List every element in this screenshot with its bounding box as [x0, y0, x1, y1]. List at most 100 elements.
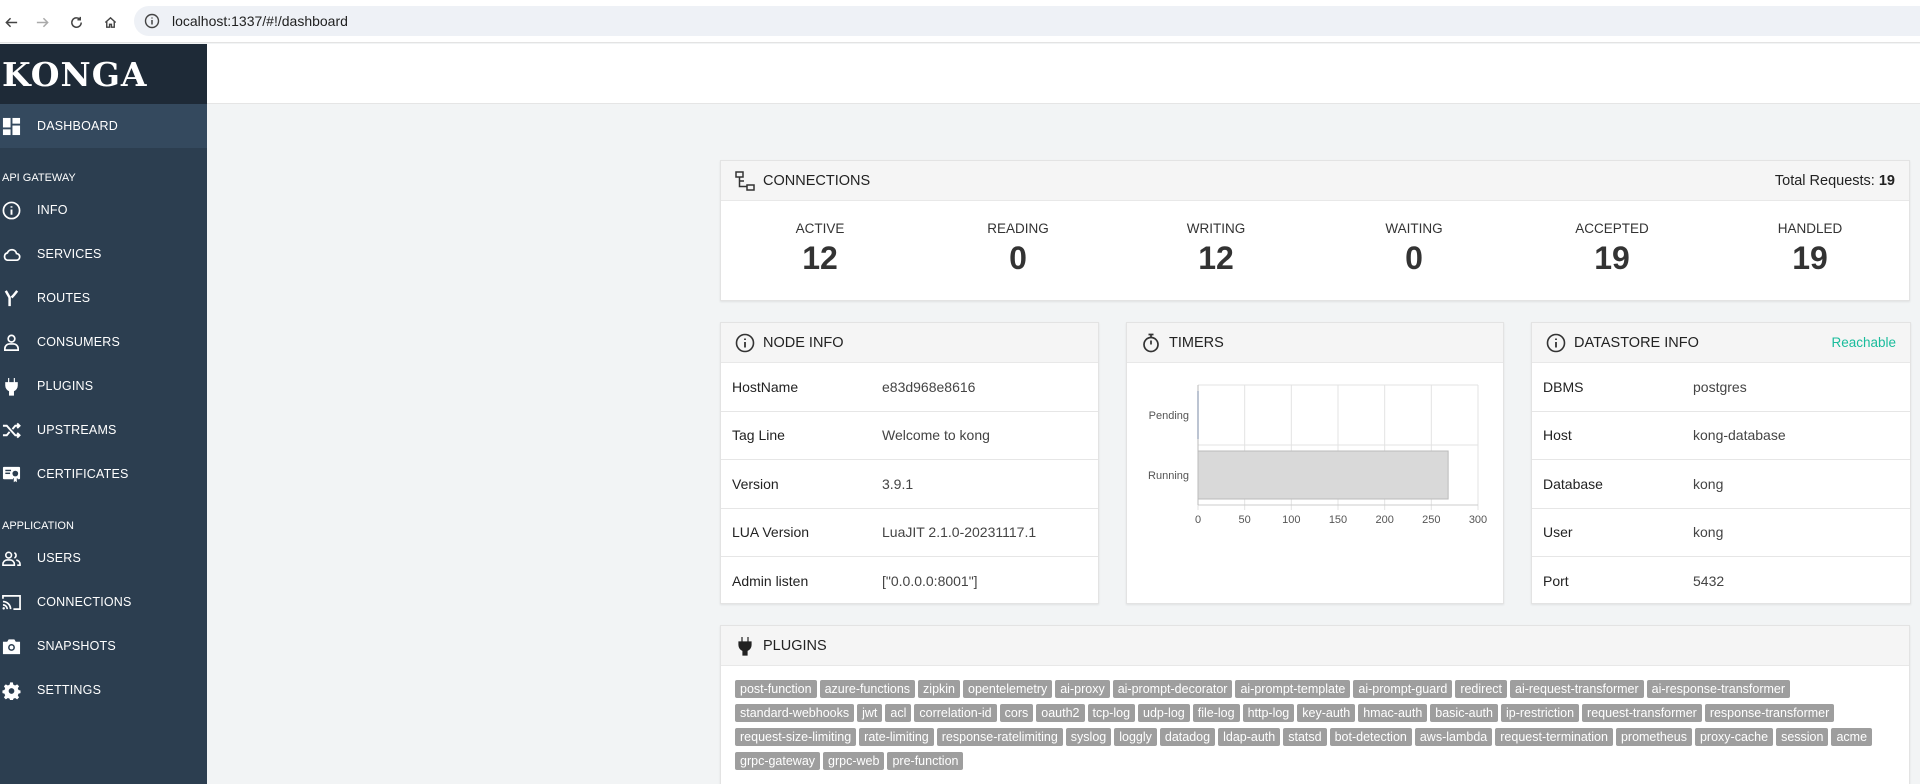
shuffle-icon [2, 422, 21, 438]
plugin-tag: loggly [1114, 728, 1157, 746]
plugin-tag: key-auth [1297, 704, 1356, 722]
plugin-tag: hmac-auth [1358, 704, 1428, 722]
row-key: HostName [732, 378, 799, 395]
row-value: LuaJIT 2.1.0-20231117.1 [882, 524, 1037, 541]
plugin-tag: file-log [1192, 704, 1240, 722]
sidebar-item-upstreams[interactable]: UPSTREAMS [0, 408, 207, 452]
url-text[interactable]: localhost:1337/#!/dashboard [172, 13, 348, 29]
sidebar-item-label: ROUTES [37, 291, 91, 305]
row-value: 5432 [1693, 573, 1725, 590]
total-requests-value: 19 [1878, 172, 1895, 189]
back-icon[interactable] [0, 11, 22, 33]
plugin-tag: rate-limiting [859, 728, 934, 746]
reload-icon[interactable] [65, 11, 87, 33]
plugin-tag: correlation-id [914, 704, 997, 722]
stat-writing: WRITING 12 [1117, 201, 1315, 301]
forward-icon[interactable] [31, 11, 53, 33]
plugin-tag: grpc-web [823, 752, 885, 770]
section-application: APPLICATION [2, 520, 74, 532]
x-tick-label: 0 [1195, 514, 1201, 526]
user-icon [3, 334, 20, 351]
node-row-lua-version: LUA Version LuaJIT 2.1.0-20231117.1 [721, 509, 1098, 557]
sidebar-item-dashboard[interactable]: DASHBOARD [0, 104, 207, 148]
stat-value: 19 [1594, 240, 1630, 276]
plugin-tag: request-termination [1495, 728, 1613, 746]
plugin-tag: ai-prompt-decorator [1112, 680, 1233, 698]
row-value: ["0.0.0.0:8001"] [882, 573, 978, 590]
row-value: Welcome to kong [882, 427, 990, 444]
x-tick-label: 300 [1469, 514, 1487, 526]
stat-label: WRITING [1186, 221, 1246, 236]
sidebar-item-routes[interactable]: ROUTES [0, 276, 207, 320]
plugin-tag: proxy-cache [1694, 728, 1774, 746]
sidebar-item-consumers[interactable]: CONSUMERS [0, 320, 207, 364]
sidebar-item-label: CERTIFICATES [37, 467, 129, 481]
sidebar-item-label: DASHBOARD [37, 119, 118, 133]
plugin-tag: acl [885, 704, 912, 722]
plugins-panel: PLUGINS post-function azure-functions zipk… [720, 625, 1910, 784]
plugin-tag: ai-prompt-guard [1353, 680, 1453, 698]
sidebar-item-label: SNAPSHOTS [37, 639, 116, 653]
section-api-gateway: API GATEWAY [2, 172, 76, 184]
node-row-admin-listen: Admin listen ["0.0.0.0:8001"] [721, 557, 1098, 606]
db-row-database: Database kong [1532, 460, 1910, 509]
total-requests-label: Total Requests: [1774, 172, 1875, 189]
plugin-tag: basic-auth [1430, 704, 1498, 722]
row-key: User [1543, 524, 1573, 541]
sidebar-item-certificates[interactable]: CERTIFICATES [0, 452, 207, 496]
sidebar-item-users[interactable]: USERS [0, 536, 207, 580]
sidebar-item-label: INFO [37, 203, 68, 217]
plugin-tag: prometheus [1615, 728, 1692, 746]
cast-icon [2, 594, 21, 610]
plugin-tag: zipkin [918, 680, 961, 698]
node-info-panel: NODE INFO HostName e83d968e8616 Tag Line W… [720, 322, 1099, 604]
sidebar-item-label: CONNECTIONS [37, 595, 132, 609]
plugin-tag: request-transformer [1582, 704, 1702, 722]
x-tick-label: 100 [1282, 514, 1300, 526]
db-row-dbms: DBMS postgres [1532, 363, 1910, 412]
plugin-tag: response-transformer [1704, 704, 1835, 722]
stat-value: 19 [1792, 240, 1828, 276]
sidebar-item-label: PLUGINS [37, 379, 94, 393]
panel-title: DATASTORE INFO [1574, 334, 1699, 351]
stat-reading: READING 0 [919, 201, 1117, 301]
konga-logo[interactable]: KONGA [0, 44, 207, 104]
row-value: kong [1693, 475, 1724, 492]
node-row-version: Version 3.9.1 [721, 460, 1098, 509]
stat-label: WAITING [1385, 221, 1443, 236]
total-requests: Total Requests: 19 [1775, 173, 1895, 189]
bar-running [1197, 450, 1449, 500]
sidebar-item-info[interactable]: INFO [0, 188, 207, 232]
home-icon[interactable] [99, 11, 121, 33]
row-key: LUA Version [732, 524, 810, 541]
certificate-icon [2, 466, 21, 484]
site-info-icon[interactable] [144, 13, 160, 29]
stat-label: ACCEPTED [1575, 221, 1649, 236]
timers-chart: 0 50 100 150 200 250 300 Pending Running [1148, 384, 1487, 526]
sidebar-item-settings[interactable]: SETTINGS [0, 668, 207, 712]
panel-title: PLUGINS [763, 637, 827, 654]
sidebar-item-connections[interactable]: CONNECTIONS [0, 580, 207, 624]
x-tick-label: 200 [1375, 514, 1393, 526]
node-row-hostname: HostName e83d968e8616 [721, 363, 1098, 412]
panel-title: TIMERS [1169, 334, 1224, 351]
plug-icon [5, 377, 18, 396]
sidebar-item-services[interactable]: SERVICES [0, 232, 207, 276]
plugin-tag: opentelemetry [963, 680, 1053, 698]
stopwatch-icon [1143, 333, 1159, 352]
plugin-tag: tcp-log [1087, 704, 1136, 722]
plugin-tag: ai-proxy [1055, 680, 1110, 698]
datastore-status: Reachable [1831, 335, 1896, 350]
sidebar-item-plugins[interactable]: PLUGINS [0, 364, 207, 408]
plugin-tag: azure-functions [819, 680, 916, 698]
network-icon [735, 170, 755, 191]
row-key: Database [1543, 475, 1603, 492]
sidebar-item-snapshots[interactable]: SNAPSHOTS [0, 624, 207, 668]
stat-value: 12 [802, 240, 838, 276]
info-icon [735, 333, 755, 352]
address-bar[interactable]: localhost:1337/#!/dashboard [134, 6, 1920, 36]
datastore-header: DATASTORE INFO Reachable [1532, 323, 1910, 363]
plugin-tag: ip-restriction [1500, 704, 1580, 722]
stat-active: ACTIVE 12 [721, 201, 919, 301]
sidebar-item-label: USERS [37, 551, 82, 565]
